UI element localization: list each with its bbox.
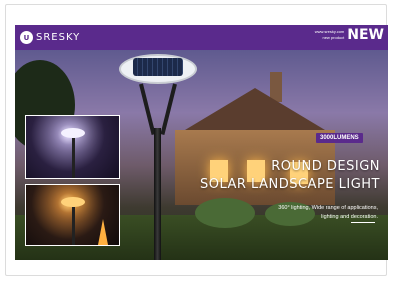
product-banner: U SRESKY www.sresky.com new product NEW xyxy=(15,25,388,260)
lumens-badge: 3000LUMENS xyxy=(316,133,363,143)
desc-line-2: lighting and decoration. xyxy=(321,214,378,220)
tower-icon xyxy=(98,219,108,245)
solar-cells xyxy=(133,58,183,76)
new-product-tag: www.sresky.com new product NEW xyxy=(315,27,384,43)
brand-bar: U SRESKY www.sresky.com new product NEW xyxy=(15,25,388,50)
lamp-pole-icon xyxy=(72,138,75,178)
headline-line-2: SOLAR LANDSCAPE LIGHT xyxy=(199,177,380,192)
lamp-pole xyxy=(154,128,161,260)
night-house-photo: 3000LUMENS ROUND DESIGN SOLAR LANDSCAPE … xyxy=(15,50,388,260)
desc-line-1: 360° lighting, Wide range of application… xyxy=(278,205,378,211)
lamp-glow-icon xyxy=(61,197,85,207)
brand-logo[interactable]: U SRESKY xyxy=(20,31,80,44)
headline-line-1: ROUND DESIGN xyxy=(271,159,380,174)
new-label: NEW xyxy=(347,27,384,43)
lamp-pole-icon xyxy=(72,207,75,245)
inset-lamp-warm xyxy=(25,184,120,246)
product-headline: ROUND DESIGN SOLAR LANDSCAPE LIGHT xyxy=(200,158,380,194)
lamp-glow-icon xyxy=(61,128,85,138)
logo-icon: U xyxy=(20,31,33,44)
new-product-text: new product xyxy=(322,35,345,40)
garden-bush xyxy=(195,198,255,228)
lamp-arm xyxy=(160,83,177,135)
site-info: www.sresky.com new product xyxy=(315,29,344,41)
house-roof xyxy=(180,88,330,133)
divider-line xyxy=(351,222,375,223)
product-description: 360° lighting, Wide range of application… xyxy=(278,204,378,222)
inset-lamp-daylight xyxy=(25,115,120,179)
brand-name: SRESKY xyxy=(36,32,81,43)
